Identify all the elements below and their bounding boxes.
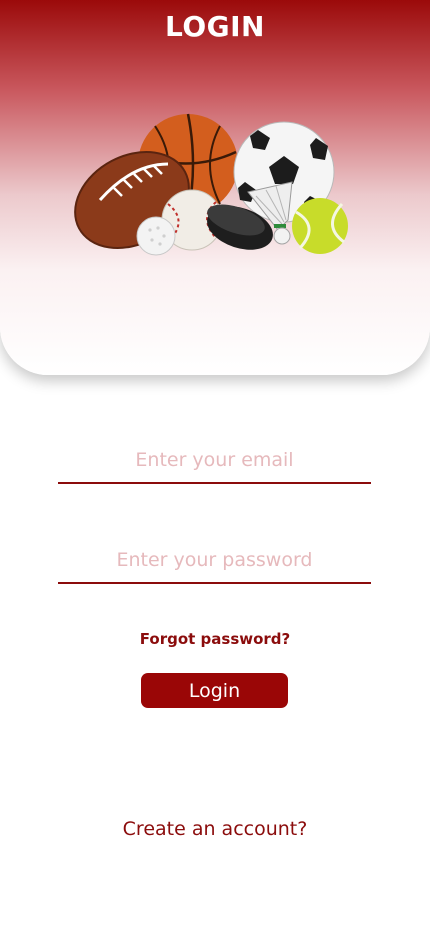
forgot-password-link[interactable]: Forgot password? [0,630,430,648]
login-button[interactable]: Login [141,673,288,708]
email-field[interactable] [58,438,371,484]
golf-ball-icon [136,216,176,256]
header-panel: LOGIN [0,0,430,375]
page-title: LOGIN [165,10,265,43]
tennis-ball-icon [292,198,348,254]
sports-balls-image [74,113,348,256]
create-account-link[interactable]: Create an account? [0,818,430,840]
password-field[interactable] [58,538,371,584]
